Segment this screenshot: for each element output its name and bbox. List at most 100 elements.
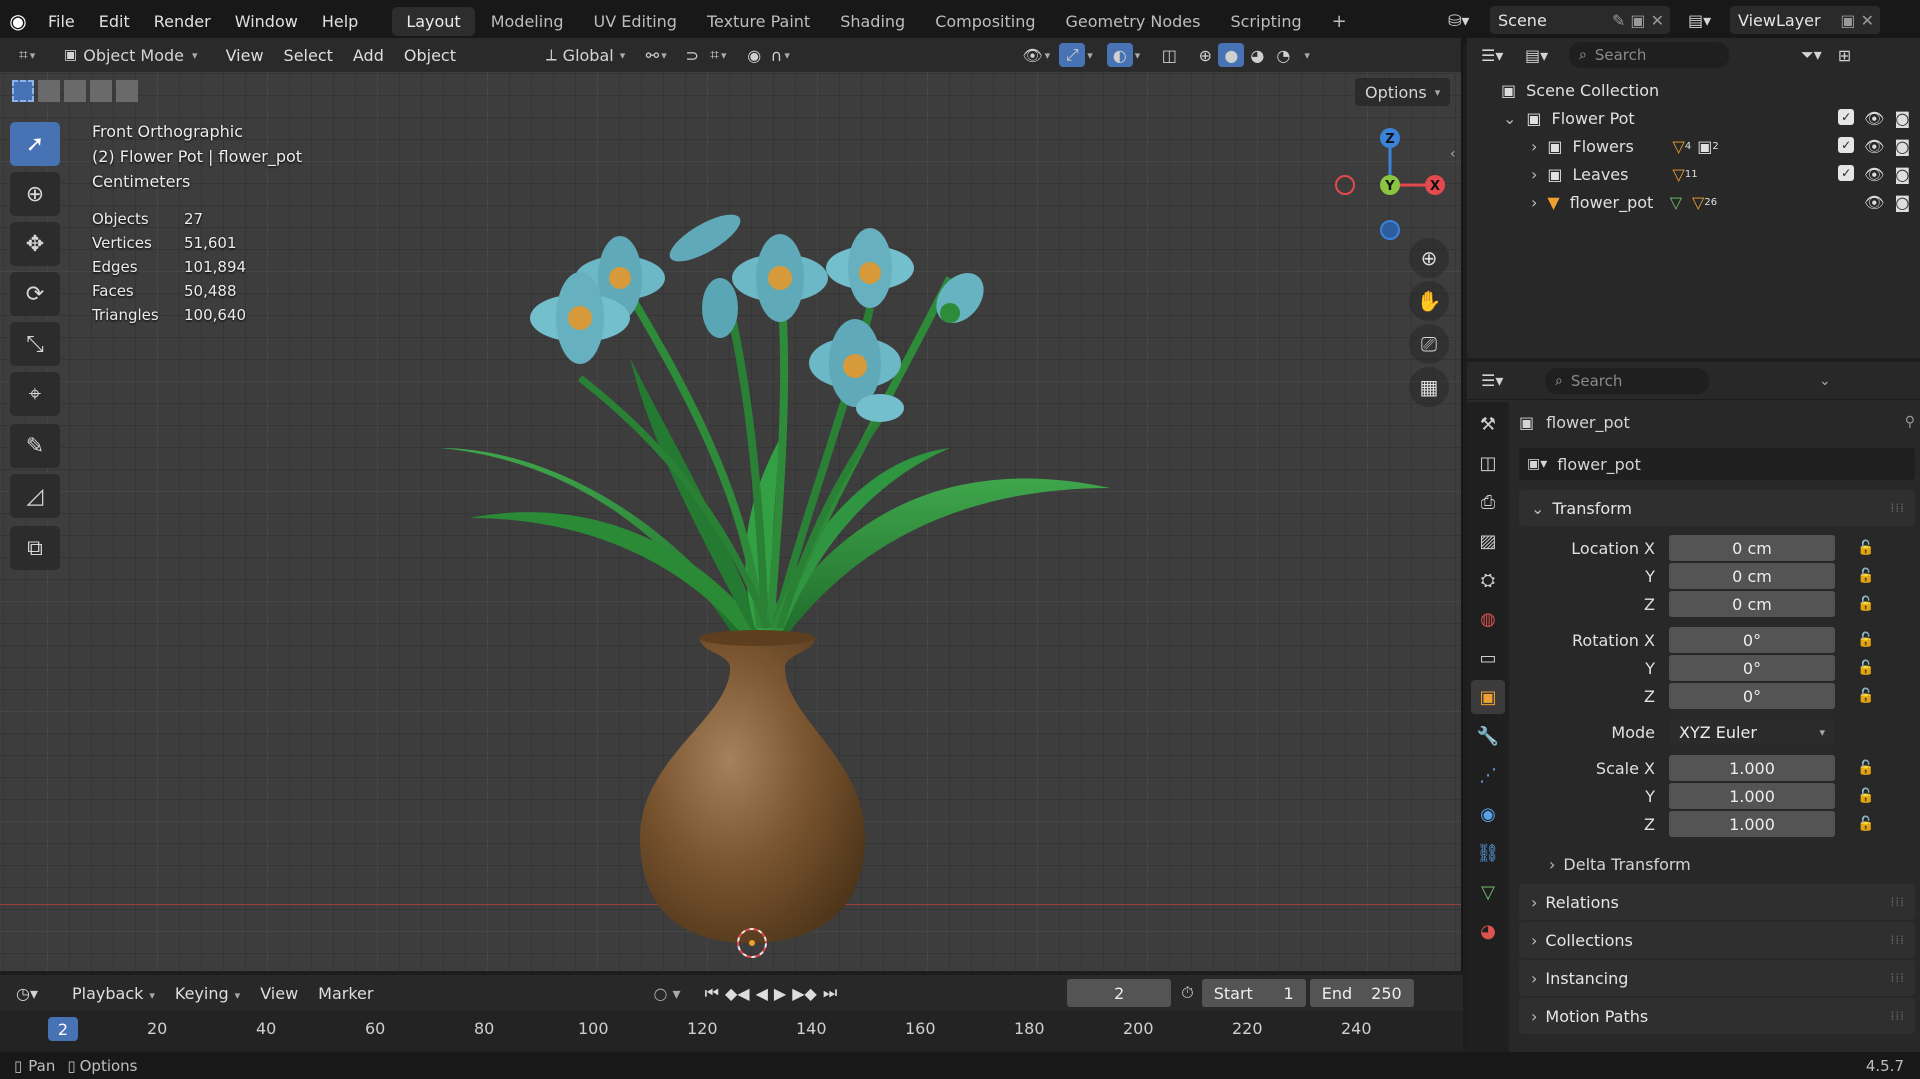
chevron-right-icon[interactable]: › (1531, 137, 1537, 156)
play-reverse-icon[interactable]: ◀ (756, 984, 768, 1003)
lock-icon[interactable]: 🔓 (1857, 760, 1874, 776)
view-layer-tab-icon[interactable]: ▨ (1471, 524, 1505, 558)
menu-playback[interactable]: Playback ▾ (62, 984, 165, 1003)
rotation-mode-select[interactable]: XYZ Euler ▾ (1669, 719, 1835, 745)
chevron-down-icon[interactable]: ⌄ (1503, 109, 1516, 128)
blender-logo-icon[interactable]: ◉ (0, 9, 36, 33)
mode-selector[interactable]: ▣ Object Mode ▾ (56, 42, 206, 68)
pan-hand-icon[interactable]: ✋ (1409, 281, 1449, 321)
wireframe-shading-icon[interactable]: ⊕ (1192, 43, 1218, 67)
world-tab-icon[interactable]: ◍ (1471, 602, 1505, 636)
tab-scripting[interactable]: Scripting (1216, 7, 1315, 36)
falloff-icon[interactable]: ∩ ▾ (767, 43, 793, 67)
select-extend-icon[interactable] (38, 80, 60, 102)
transform-orientation[interactable]: ⟂ Global ▾ (546, 45, 625, 65)
gizmo-toggle-icon[interactable]: ⤢ (1059, 43, 1086, 67)
properties-search[interactable]: ⌕ Search (1545, 367, 1709, 394)
eye-icon[interactable]: 👁 (1864, 193, 1884, 212)
scene-icon[interactable]: ⛁▾ (1448, 11, 1490, 30)
select-invert-icon[interactable] (90, 80, 112, 102)
exclude-checkbox[interactable]: ✓ (1838, 108, 1855, 125)
tab-layout[interactable]: Layout (392, 6, 475, 36)
camera-view-icon[interactable]: ⎚ (1409, 324, 1449, 364)
new-collection-icon[interactable]: ⊞ (1838, 46, 1851, 65)
eye-icon[interactable]: 👁 (1864, 109, 1884, 128)
datablock-selector[interactable]: ▣▾ flower_pot (1519, 448, 1915, 480)
editor-type-icon[interactable]: ⌗ ▾ (14, 43, 40, 67)
new-layer-icon[interactable]: ▣ ✕ (1840, 11, 1880, 30)
end-frame-field[interactable]: End 250 (1309, 979, 1414, 1007)
select-intersect-icon[interactable] (116, 80, 138, 102)
zoom-icon[interactable]: ⊕ (1409, 238, 1449, 278)
menu-view[interactable]: View (216, 46, 274, 65)
pivot-icon[interactable]: ⚯ ▾ (643, 43, 669, 67)
scale-x-field[interactable]: 1.000 (1669, 755, 1835, 781)
menu-edit[interactable]: Edit (87, 12, 142, 31)
lock-icon[interactable]: 🔓 (1857, 688, 1874, 704)
jump-start-icon[interactable]: ⏮ (705, 983, 719, 1003)
menu-window[interactable]: Window (223, 12, 310, 31)
pin-icon[interactable]: ✎ ▣ ✕ (1612, 11, 1670, 30)
motion-paths-panel-header[interactable]: › Motion Paths ⁞⁞⁞ (1519, 998, 1915, 1034)
gizmo-dropdown-icon[interactable]: ▾ (1087, 49, 1093, 62)
3d-viewport[interactable]: ⌗ ▾ ▣ Object Mode ▾ View Select Add Objec… (0, 38, 1463, 971)
drag-grip-icon[interactable]: ⁞⁞⁞ (1891, 933, 1905, 947)
drag-grip-icon[interactable]: ⁞⁞⁞ (1891, 501, 1905, 515)
relations-panel-header[interactable]: › Relations ⁞⁞⁞ (1519, 884, 1915, 920)
timeline-editor-icon[interactable]: ◷▾ (16, 984, 62, 1003)
neg-z-axis-handle[interactable] (1380, 220, 1400, 240)
jump-end-icon[interactable]: ⏭ (823, 983, 837, 1003)
tab-modeling[interactable]: Modeling (477, 7, 578, 36)
move-tool-icon[interactable]: ✥ (10, 222, 60, 266)
lock-icon[interactable]: 🔓 (1857, 660, 1874, 676)
lock-icon[interactable]: 🔓 (1857, 540, 1874, 556)
camera-icon[interactable]: ◙ (1894, 193, 1910, 212)
tab-texture-paint[interactable]: Texture Paint (693, 7, 824, 36)
rotate-tool-icon[interactable]: ⟳ (10, 272, 60, 316)
pin-icon[interactable]: ⚲ (1905, 414, 1915, 430)
lock-icon[interactable]: 🔓 (1857, 816, 1874, 832)
location-x-field[interactable]: 0 cm (1669, 535, 1835, 561)
particles-tab-icon[interactable]: ⋰ (1471, 758, 1505, 792)
neg-x-axis-handle[interactable] (1335, 175, 1355, 195)
ortho-grid-icon[interactable]: ▦ (1409, 367, 1449, 407)
scene-field[interactable]: Scene ✎ ▣ ✕ (1490, 6, 1670, 34)
chevron-right-icon[interactable]: › (1531, 165, 1537, 184)
drag-grip-icon[interactable]: ⁞⁞⁞ (1891, 895, 1905, 909)
delta-transform-subpanel[interactable]: › Delta Transform (1519, 846, 1915, 882)
transform-tool-icon[interactable]: ⌖ (10, 372, 60, 416)
drag-grip-icon[interactable]: ⁞⁞⁞ (1891, 971, 1905, 985)
outliner-item-flowers[interactable]: › ▣ Flowers ▽ 4 ▣ 2 ✓ 👁 ◙ (1467, 132, 1920, 160)
current-frame-field[interactable]: 2 (1067, 979, 1172, 1007)
timeline-ruler[interactable]: 2 20 40 60 80 100 120 140 160 180 200 22… (0, 1011, 1463, 1052)
rotation-z-field[interactable]: 0° (1669, 683, 1835, 709)
play-icon[interactable]: ▶ (774, 984, 786, 1003)
properties-editor-icon[interactable]: ☰▾ (1481, 371, 1525, 390)
prev-keyframe-icon[interactable]: ◆◀ (725, 984, 750, 1003)
view-layer-field[interactable]: ViewLayer ▣ ✕ (1730, 6, 1880, 34)
stopwatch-icon[interactable]: ⏱ (1181, 983, 1193, 1003)
outliner-item-leaves[interactable]: › ▣ Leaves ▽ 11 ✓ 👁 ◙ (1467, 160, 1920, 188)
visibility-icon[interactable]: 👁 ▾ (1022, 43, 1050, 67)
solid-shading-icon[interactable]: ● (1218, 43, 1245, 67)
menu-help[interactable]: Help (310, 12, 370, 31)
menu-object[interactable]: Object (394, 46, 466, 65)
tool-tab-icon[interactable]: ⚒ (1471, 407, 1505, 441)
location-y-field[interactable]: 0 cm (1669, 563, 1835, 589)
outliner-search[interactable]: ⌕ Search (1569, 42, 1729, 68)
outliner-editor-icon[interactable]: ☰▾ (1481, 46, 1525, 65)
proportional-edit-icon[interactable]: ◉ (741, 43, 767, 67)
camera-icon[interactable]: ◙ (1894, 137, 1910, 156)
snap-icon[interactable]: ⊃ (679, 43, 705, 67)
select-subtract-icon[interactable] (64, 80, 86, 102)
lock-icon[interactable]: 🔓 (1857, 568, 1874, 584)
material-shading-icon[interactable]: ◕ (1244, 43, 1270, 67)
modifier-tab-icon[interactable]: 🔧 (1471, 719, 1505, 753)
annotate-tool-icon[interactable]: ✎ (10, 424, 60, 468)
menu-select[interactable]: Select (274, 46, 343, 65)
drag-grip-icon[interactable]: ⁞⁞⁞ (1891, 1009, 1905, 1023)
chevron-right-icon[interactable]: › (1531, 193, 1537, 212)
options-button[interactable]: Options ▾ (1355, 78, 1451, 106)
flower-pot-model[interactable] (430, 198, 1130, 958)
view-layer-icon[interactable]: ▤▾ (1688, 11, 1730, 30)
